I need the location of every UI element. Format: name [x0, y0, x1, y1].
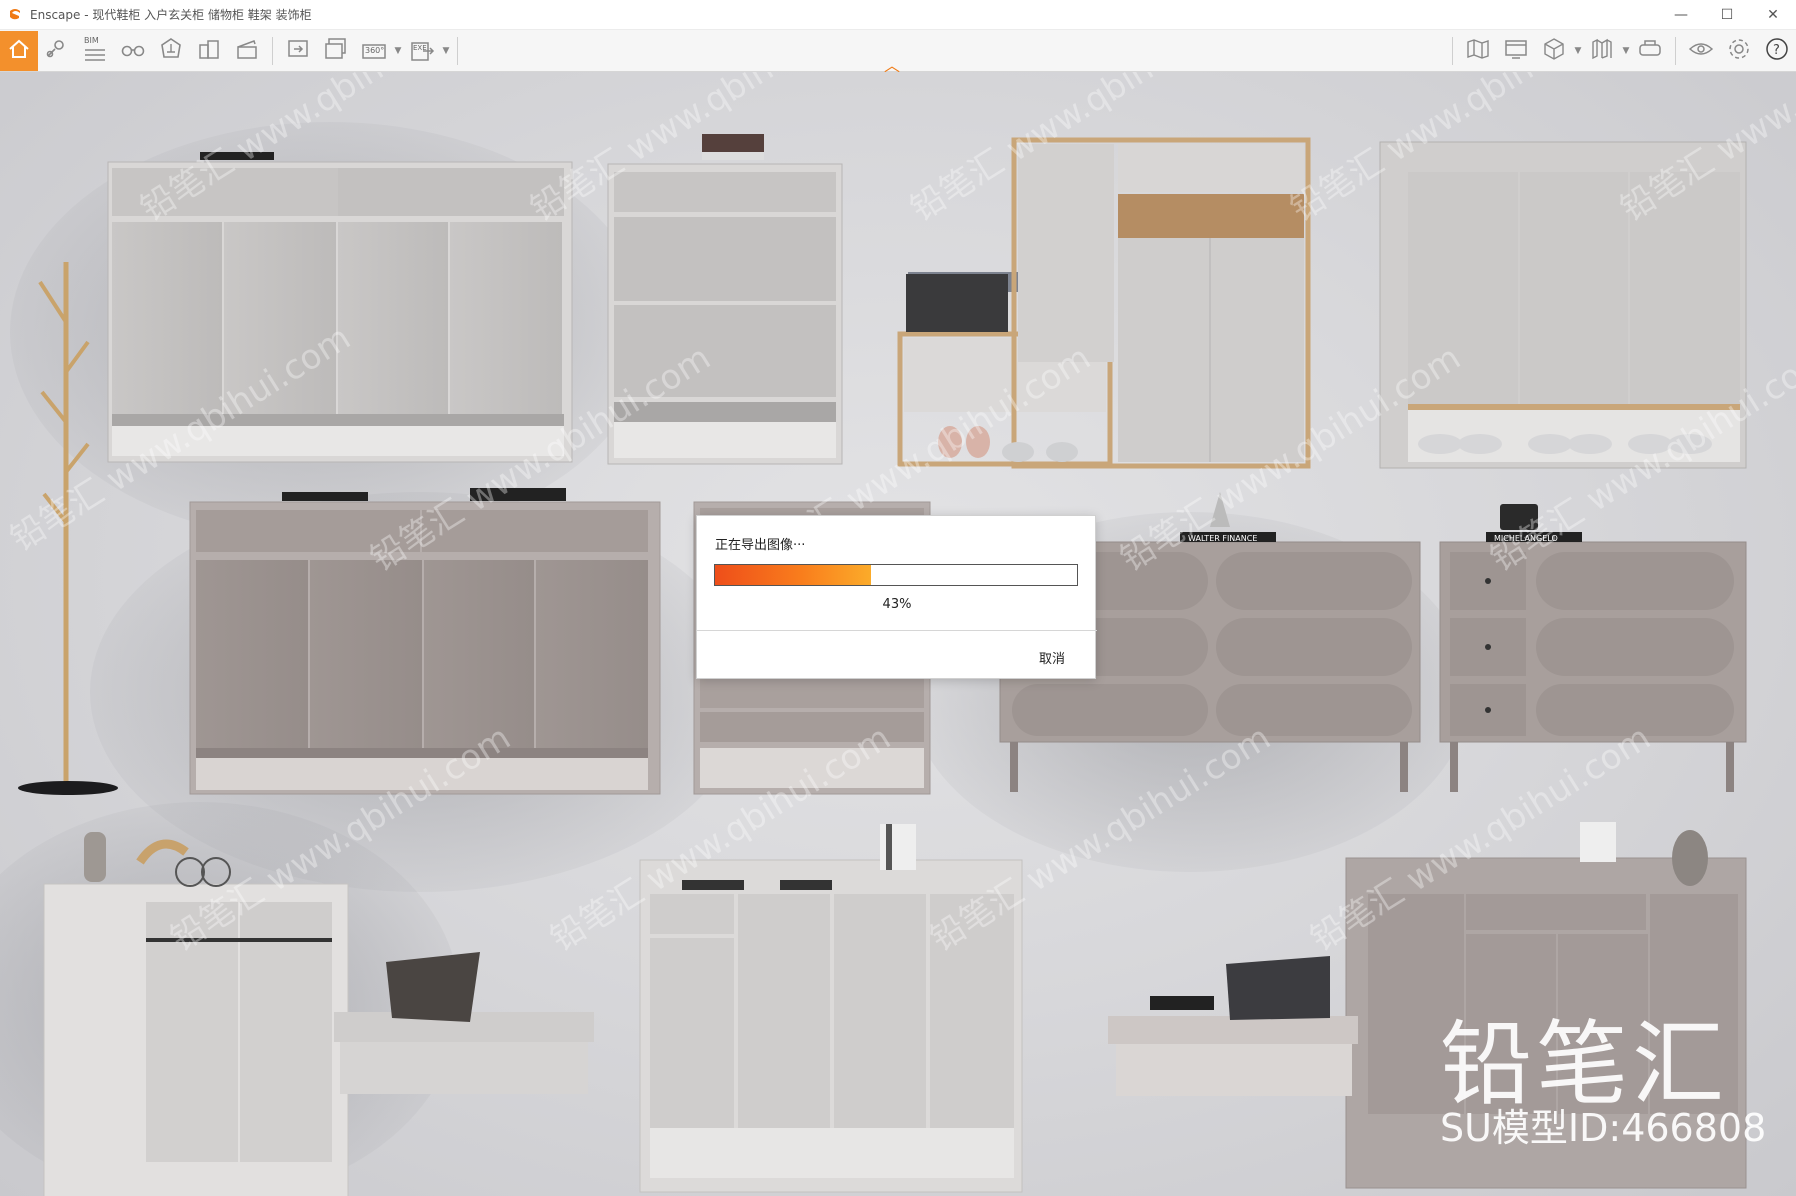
toolbar-separator — [457, 36, 458, 65]
export-dropdown-icon[interactable]: ▼ — [441, 32, 451, 70]
bim-button[interactable]: BIM — [76, 32, 114, 70]
view-button[interactable] — [1682, 32, 1720, 70]
help-button[interactable]: ? — [1758, 32, 1796, 70]
buildings-button[interactable] — [190, 32, 228, 70]
eye-icon — [1688, 36, 1714, 66]
book-button[interactable] — [1583, 32, 1621, 70]
toolbar-separator — [272, 36, 273, 65]
home-icon — [6, 36, 32, 66]
progress-bar — [714, 564, 1078, 586]
cabinet-bottom-center — [639, 824, 1023, 1193]
panorama-label: 360° — [365, 45, 385, 55]
book-dropdown-icon[interactable]: ▼ — [1621, 32, 1631, 70]
enscape-logo-icon — [8, 8, 22, 22]
cancel-button[interactable]: 取消 — [1039, 648, 1065, 667]
progress-percent: 43% — [882, 597, 912, 612]
bim-icon: BIM — [82, 35, 108, 64]
monitor-icon — [1503, 36, 1529, 66]
screenshot-export-icon — [285, 36, 311, 66]
binoculars-icon — [120, 36, 146, 66]
clapper-icon — [234, 36, 260, 66]
panorama-360-icon: 360° — [361, 38, 387, 64]
cube-icon — [1541, 36, 1567, 66]
binoculars-button[interactable] — [114, 32, 152, 70]
panorama-dropdown-icon[interactable]: ▼ — [393, 32, 403, 70]
close-button[interactable]: ✕ — [1750, 0, 1796, 30]
buildings-icon — [196, 36, 222, 66]
export-file-icon: EXE — [409, 38, 435, 64]
window-controls: — ☐ ✕ — [1658, 0, 1796, 30]
screenshot-export-button[interactable] — [279, 32, 317, 70]
vr-button[interactable] — [1631, 32, 1669, 70]
map-icon — [1465, 36, 1491, 66]
map-button[interactable] — [1459, 32, 1497, 70]
window-title: Enscape - 现代鞋柜 入户玄关柜 储物柜 鞋架 装饰柜 — [30, 8, 312, 22]
export-progress-dialog: 正在导出图像··· 43% 取消 — [696, 515, 1097, 679]
sync-button[interactable] — [152, 32, 190, 70]
minimize-button[interactable]: — — [1658, 0, 1704, 30]
location-pin-icon — [44, 36, 70, 66]
sync-icon — [158, 36, 184, 66]
panorama-button[interactable]: 360° — [355, 32, 393, 70]
gear-icon — [1726, 36, 1752, 66]
vr-headset-icon — [1637, 36, 1663, 66]
cabinet-bottom-left-bench — [43, 832, 594, 1196]
progress-fill — [715, 565, 871, 585]
settings-button[interactable] — [1720, 32, 1758, 70]
toolbar-separator — [1452, 37, 1453, 65]
dialog-title: 正在导出图像··· — [715, 538, 806, 553]
cube-button[interactable] — [1535, 32, 1573, 70]
cube-dropdown-icon[interactable]: ▼ — [1573, 32, 1583, 70]
book-icon — [1589, 36, 1615, 66]
help-icon: ? — [1764, 36, 1790, 66]
batch-export-icon — [323, 36, 349, 66]
export-file-button[interactable]: EXE — [403, 32, 441, 70]
location-button[interactable] — [38, 32, 76, 70]
svg-text:?: ? — [1773, 43, 1780, 58]
bim-label: BIM — [84, 35, 99, 45]
watermark-model-id: SU模型ID:466808 — [1440, 1106, 1767, 1150]
clapper-button[interactable] — [228, 32, 266, 70]
home-button[interactable] — [0, 30, 38, 71]
toolbar-right-group: ▼ ▼ ? — [1446, 30, 1796, 72]
toolbar-separator — [1675, 37, 1676, 65]
maximize-button[interactable]: ☐ — [1704, 0, 1750, 30]
exe-label: EXE — [413, 43, 427, 52]
monitor-button[interactable] — [1497, 32, 1535, 70]
dialog-divider — [697, 630, 1097, 631]
title-bar: Enscape - 现代鞋柜 入户玄关柜 储物柜 鞋架 装饰柜 — ☐ ✕ — [0, 0, 1796, 30]
batch-export-button[interactable] — [317, 32, 355, 70]
